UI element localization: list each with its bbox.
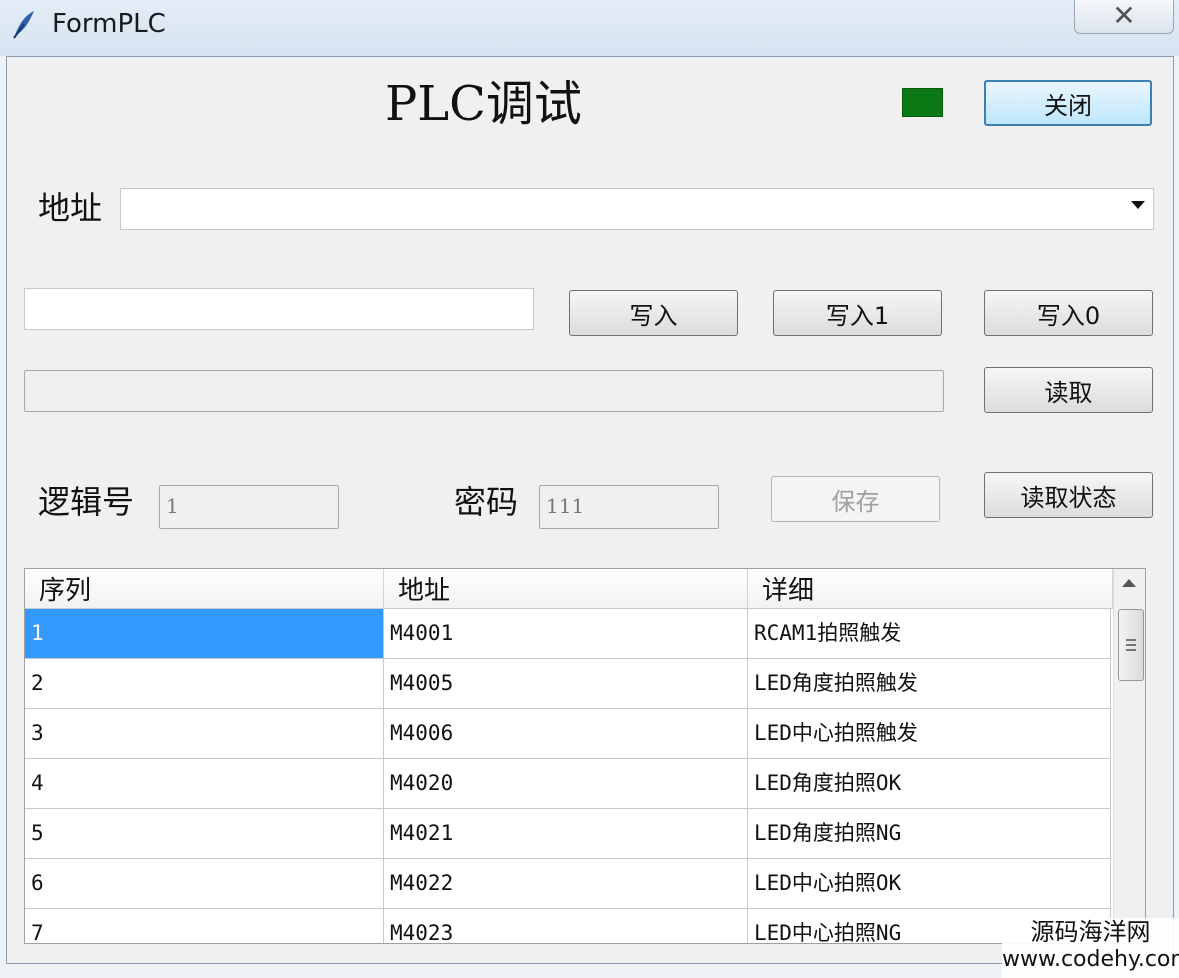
table-row[interactable]: 7 M4023 LED中心拍照NG <box>25 909 1111 943</box>
table-header: 序列 地址 详细 <box>25 569 1113 609</box>
window-title: FormPLC <box>52 9 166 39</box>
column-header-detail[interactable]: 详细 <box>748 569 1113 609</box>
cell-detail[interactable]: LED角度拍照触发 <box>748 659 1111 708</box>
cell-address[interactable]: M4023 <box>384 909 748 943</box>
cell-address[interactable]: M4005 <box>384 659 748 708</box>
title-bar[interactable]: FormPLC ✕ <box>0 0 1179 56</box>
close-button[interactable]: 关闭 <box>984 80 1152 126</box>
watermark-line-1: 源码海洋网 <box>1030 918 1151 946</box>
grip-line <box>1126 639 1136 641</box>
column-header-address[interactable]: 地址 <box>384 569 748 609</box>
cell-sequence[interactable]: 7 <box>25 909 384 943</box>
table-body: 1 M4001 RCAM1拍照触发 2 M4005 LED角度拍照触发 3 M4… <box>25 609 1111 943</box>
write-button[interactable]: 写入 <box>569 290 738 336</box>
address-table[interactable]: 序列 地址 详细 1 M4001 RCAM1拍照触发 2 M4005 LED角度… <box>24 568 1146 944</box>
cell-sequence[interactable]: 2 <box>25 659 384 708</box>
cell-sequence[interactable]: 5 <box>25 809 384 858</box>
address-label: 地址 <box>38 189 103 227</box>
table-row[interactable]: 6 M4022 LED中心拍照OK <box>25 859 1111 909</box>
write-0-button[interactable]: 写入0 <box>984 290 1153 336</box>
cell-address[interactable]: M4001 <box>384 609 748 658</box>
form-title: PLC调试 <box>385 76 582 132</box>
feather-icon <box>13 11 34 39</box>
connection-status-indicator <box>902 88 943 117</box>
grip-line <box>1126 649 1136 651</box>
window-close-button[interactable]: ✕ <box>1074 0 1174 34</box>
chevron-down-icon[interactable] <box>1131 201 1145 209</box>
write-1-button[interactable]: 写入1 <box>773 290 942 336</box>
read-value-output <box>24 370 944 412</box>
table-row[interactable]: 1 M4001 RCAM1拍照触发 <box>25 609 1111 659</box>
logic-number-field[interactable]: 1 <box>159 485 339 529</box>
grip-line <box>1126 644 1136 646</box>
watermark-line-2: www.codehy.com <box>1002 947 1179 972</box>
save-button[interactable]: 保存 <box>771 476 940 522</box>
table-row[interactable]: 4 M4020 LED角度拍照OK <box>25 759 1111 809</box>
column-header-sequence[interactable]: 序列 <box>25 569 384 609</box>
cell-address[interactable]: M4021 <box>384 809 748 858</box>
table-row[interactable]: 5 M4021 LED角度拍照NG <box>25 809 1111 859</box>
cell-detail[interactable]: LED角度拍照OK <box>748 759 1111 808</box>
write-value-input[interactable] <box>24 288 534 330</box>
table-row[interactable]: 2 M4005 LED角度拍照触发 <box>25 659 1111 709</box>
cell-detail[interactable]: LED中心拍照OK <box>748 859 1111 908</box>
cell-detail[interactable]: LED角度拍照NG <box>748 809 1111 858</box>
table-row[interactable]: 3 M4006 LED中心拍照触发 <box>25 709 1111 759</box>
scroll-up-arrow-icon[interactable] <box>1122 579 1136 587</box>
logic-number-label: 逻辑号 <box>38 483 135 521</box>
password-label: 密码 <box>454 483 519 521</box>
cell-sequence[interactable]: 6 <box>25 859 384 908</box>
address-combobox[interactable] <box>120 188 1154 230</box>
scrollbar-thumb[interactable] <box>1118 609 1144 681</box>
cell-address[interactable]: M4022 <box>384 859 748 908</box>
watermark: 源码海洋网 www.codehy.com <box>1002 918 1179 978</box>
read-button[interactable]: 读取 <box>984 367 1153 413</box>
table-scrollbar[interactable] <box>1113 569 1145 943</box>
password-field[interactable]: 111 <box>539 485 719 529</box>
read-status-button[interactable]: 读取状态 <box>984 472 1153 518</box>
cell-address[interactable]: M4006 <box>384 709 748 758</box>
cell-sequence[interactable]: 4 <box>25 759 384 808</box>
cell-sequence[interactable]: 3 <box>25 709 384 758</box>
cell-sequence[interactable]: 1 <box>25 609 384 658</box>
cell-detail[interactable]: RCAM1拍照触发 <box>748 609 1111 658</box>
cell-address[interactable]: M4020 <box>384 759 748 808</box>
cell-detail[interactable]: LED中心拍照触发 <box>748 709 1111 758</box>
